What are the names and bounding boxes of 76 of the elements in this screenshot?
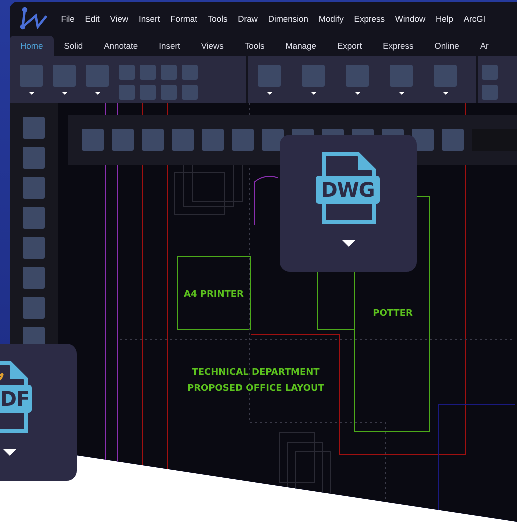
caret-icon[interactable]: [342, 240, 356, 247]
ribbon-tab[interactable]: Insert: [148, 36, 191, 56]
tool-button[interactable]: [161, 65, 177, 80]
menu-item[interactable]: Tools: [202, 14, 233, 24]
tool-button[interactable]: [23, 117, 45, 139]
ribbon-tab[interactable]: Export: [326, 36, 373, 56]
caret-icon[interactable]: [94, 92, 100, 95]
menu-item[interactable]: ArcGI: [458, 14, 491, 24]
tool-button[interactable]: [262, 129, 284, 151]
file-icon: [316, 152, 380, 224]
menu-item[interactable]: Insert: [134, 14, 166, 24]
menu-item[interactable]: Dimension: [263, 14, 314, 24]
tool-button[interactable]: [390, 65, 413, 87]
caret-icon[interactable]: [3, 449, 17, 456]
tool-button[interactable]: [182, 85, 198, 100]
tool-button[interactable]: [23, 207, 45, 229]
menu-item[interactable]: Draw: [232, 14, 264, 24]
tool-button[interactable]: [23, 237, 45, 259]
file-type-label: DF: [0, 387, 31, 411]
tool-button[interactable]: [20, 65, 43, 87]
tool-button[interactable]: [119, 85, 135, 100]
ribbon-tab[interactable]: Home: [10, 36, 54, 56]
tool-button[interactable]: [346, 65, 369, 87]
menu-item[interactable]: File: [56, 14, 80, 24]
tool-button[interactable]: [140, 85, 156, 100]
tool-button[interactable]: [161, 85, 177, 100]
tool-button[interactable]: [86, 65, 109, 87]
caret-icon[interactable]: [266, 92, 272, 95]
menu-item[interactable]: View: [105, 14, 134, 24]
room-label: TECHNICAL DEPARTMENT PROPOSED OFFICE LAYOUT: [188, 367, 324, 396]
tool-button[interactable]: [23, 177, 45, 199]
tool-button[interactable]: [140, 65, 156, 80]
ribbon-tab[interactable]: Tools: [234, 36, 276, 56]
room-label: A4 PRINTER: [184, 289, 244, 302]
ribbon-tab[interactable]: Views: [190, 36, 234, 56]
tool-button[interactable]: [53, 65, 76, 87]
tool-button[interactable]: [202, 129, 224, 151]
file-format-menu[interactable]: DWG: [280, 135, 417, 272]
tool-button[interactable]: [112, 129, 134, 151]
app-logo-icon: [18, 7, 48, 31]
tool-button[interactable]: [442, 129, 464, 151]
tool-button[interactable]: [82, 129, 104, 151]
caret-icon[interactable]: [442, 92, 448, 95]
ribbon-tab[interactable]: Annotate: [94, 36, 149, 56]
caret-icon[interactable]: [310, 92, 316, 95]
caret-icon[interactable]: [354, 92, 360, 95]
menu-item[interactable]: Help: [430, 14, 459, 24]
tool-button[interactable]: [232, 129, 254, 151]
caret-icon[interactable]: [398, 92, 404, 95]
tool-button[interactable]: [172, 129, 194, 151]
caret-icon[interactable]: [62, 92, 68, 95]
tool-button[interactable]: [23, 147, 45, 169]
tool-button[interactable]: [258, 65, 281, 87]
file-type-label: DWG: [320, 178, 376, 202]
ribbon-tab[interactable]: Manage: [275, 36, 327, 56]
ribbon-tab[interactable]: Online: [424, 36, 470, 56]
tool-button[interactable]: [182, 65, 198, 80]
menu-item[interactable]: Modify: [314, 14, 350, 24]
ribbon-tab[interactable]: Ar: [470, 36, 500, 56]
ribbon-tab[interactable]: Express: [372, 36, 424, 56]
menu-item[interactable]: Express: [349, 14, 390, 24]
menu-item[interactable]: Format: [165, 14, 203, 24]
tool-button[interactable]: [482, 65, 498, 80]
tool-button[interactable]: [482, 85, 498, 100]
tool-button[interactable]: [434, 65, 457, 87]
caret-icon[interactable]: [28, 92, 34, 95]
room-label: POTTER: [373, 308, 413, 321]
file-format-menu[interactable]: DF: [0, 344, 77, 481]
menu-item[interactable]: Window: [390, 14, 431, 24]
tool-button[interactable]: [142, 129, 164, 151]
tool-button[interactable]: [23, 267, 45, 289]
ribbon-tab[interactable]: Solid: [54, 36, 94, 56]
tool-button[interactable]: [302, 65, 325, 87]
menu-item[interactable]: Edit: [80, 14, 106, 24]
tool-button[interactable]: [119, 65, 135, 80]
tool-button[interactable]: [23, 297, 45, 319]
